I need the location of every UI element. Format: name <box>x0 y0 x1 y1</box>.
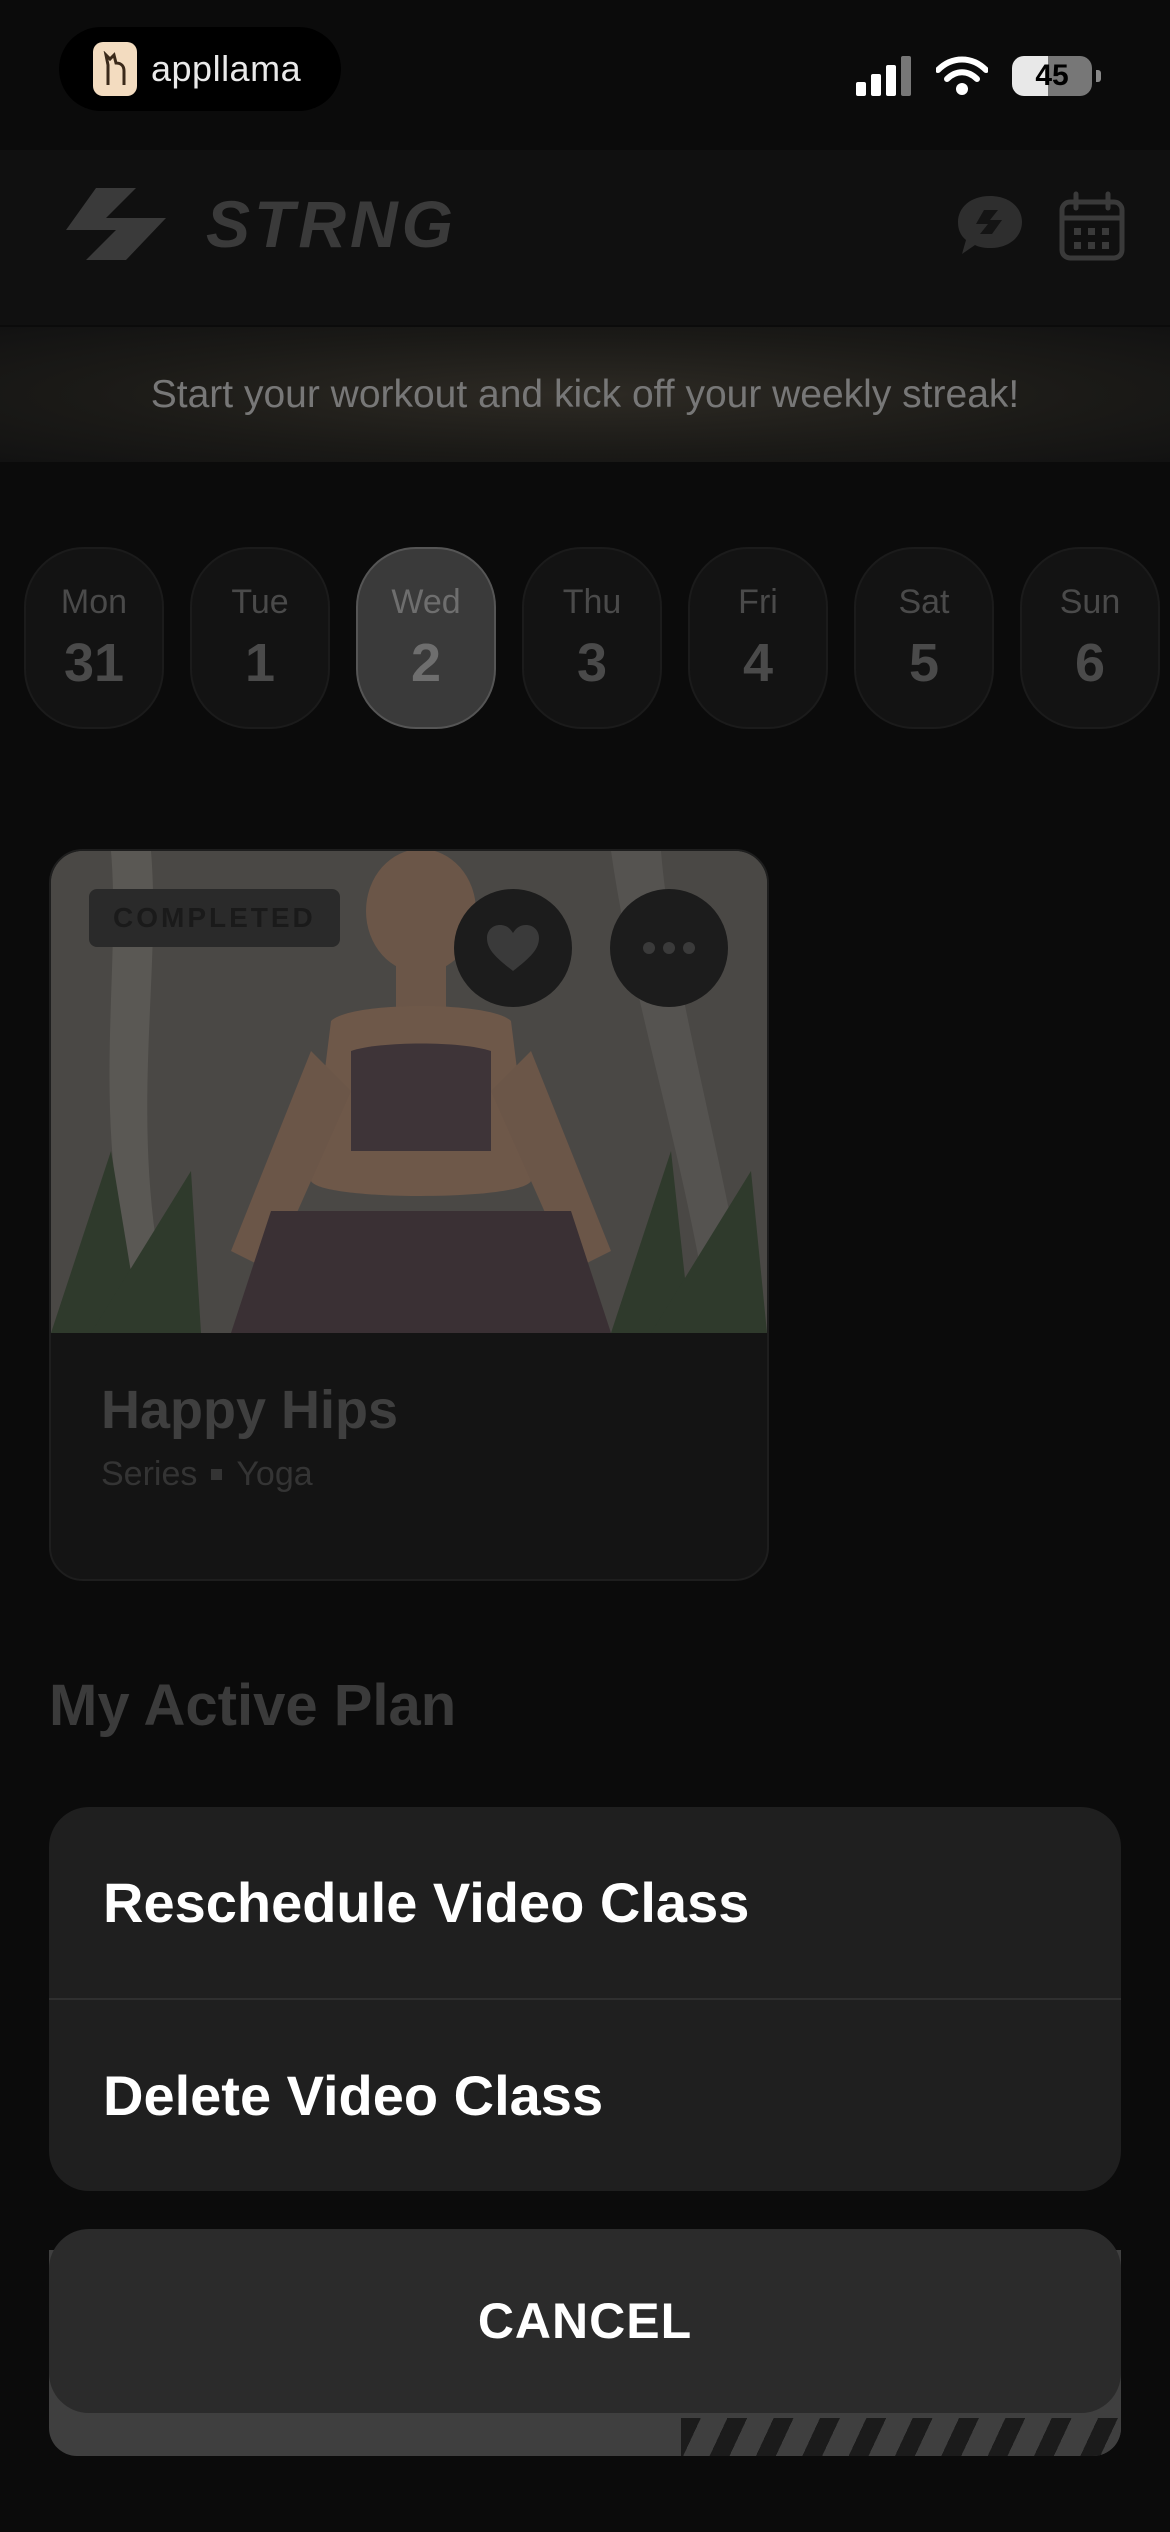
week-selector: Mon 31 Tue 1 Wed 2 Thu 3 Fri 4 Sat 5 Sun… <box>24 547 1170 729</box>
day-sat[interactable]: Sat 5 <box>854 547 994 729</box>
ellipsis-icon <box>643 942 695 954</box>
app-badge[interactable]: appllama <box>59 27 341 111</box>
day-name: Mon <box>60 582 128 621</box>
cancel-button[interactable]: CANCEL <box>49 2229 1121 2413</box>
day-date: 2 <box>410 632 442 693</box>
day-date: 1 <box>244 632 276 693</box>
day-date: 5 <box>908 632 940 693</box>
workout-title: Happy Hips <box>101 1380 399 1440</box>
heart-icon <box>487 925 539 971</box>
action-sheet: Reschedule Video Class Delete Video Clas… <box>49 1807 1121 2191</box>
reschedule-button[interactable]: Reschedule Video Class <box>49 1807 1121 1998</box>
day-name: Fri <box>738 582 778 621</box>
workout-card[interactable]: COMPLETED Happy Hips Series Yoga <box>49 849 769 1581</box>
day-wed-selected[interactable]: Wed 2 <box>356 547 496 729</box>
workout-type: Series <box>101 1455 198 1493</box>
day-date: 6 <box>1074 632 1106 693</box>
section-title: My Active Plan <box>49 1673 457 1738</box>
workout-meta: Series Yoga <box>101 1455 313 1494</box>
workout-category: Yoga <box>236 1455 313 1493</box>
more-options-button[interactable] <box>610 889 728 1007</box>
separator-dot <box>211 1469 223 1480</box>
day-mon[interactable]: Mon 31 <box>24 547 164 729</box>
day-name: Wed <box>391 582 461 621</box>
day-date: 3 <box>576 632 608 693</box>
day-sun[interactable]: Sun 6 <box>1020 547 1160 729</box>
day-date: 4 <box>742 632 774 693</box>
status-indicators: 45 <box>856 54 1101 98</box>
day-thu[interactable]: Thu 3 <box>522 547 662 729</box>
signal-icon <box>856 56 911 96</box>
calendar-icon[interactable] <box>1056 190 1128 262</box>
day-name: Tue <box>231 582 289 621</box>
completed-badge: COMPLETED <box>89 889 340 947</box>
day-name: Sun <box>1059 582 1121 621</box>
chat-icon[interactable] <box>954 190 1026 262</box>
day-date: 31 <box>63 632 125 693</box>
day-name: Sat <box>898 582 950 621</box>
app-badge-label: appllama <box>151 48 302 89</box>
delete-button[interactable]: Delete Video Class <box>49 2000 1121 2191</box>
day-fri[interactable]: Fri 4 <box>688 547 828 729</box>
brand-wordmark: STRNG <box>206 187 457 261</box>
wifi-icon <box>936 56 988 95</box>
streak-banner[interactable]: Start your workout and kick off your wee… <box>0 327 1170 462</box>
llama-icon <box>93 42 137 96</box>
favorite-button[interactable] <box>454 889 572 1007</box>
day-tue[interactable]: Tue 1 <box>190 547 330 729</box>
stripe-pattern <box>681 2418 1121 2456</box>
strng-logo-icon <box>66 188 166 260</box>
battery-indicator: 45 <box>1012 56 1101 96</box>
day-name: Thu <box>562 582 622 621</box>
